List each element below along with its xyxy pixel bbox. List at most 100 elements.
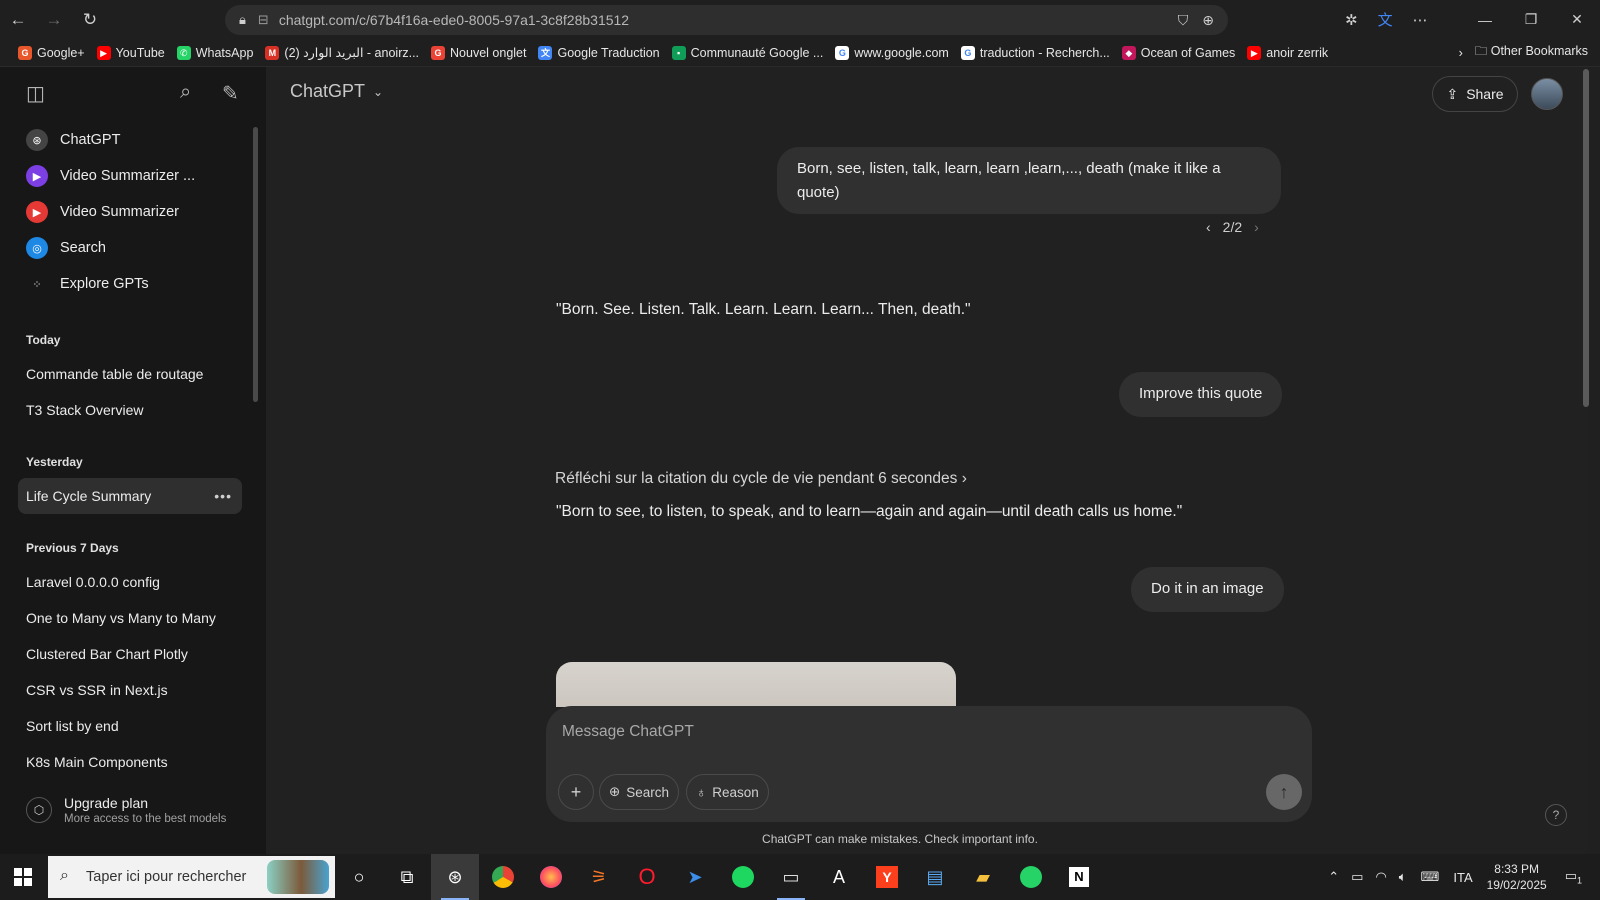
jupyter-icon[interactable]: ⚞ <box>575 854 623 900</box>
sidebar-chat-item[interactable]: Life Cycle Summary ••• <box>18 478 242 514</box>
generated-image[interactable] <box>556 662 956 707</box>
toggle-sidebar-icon[interactable]: ◫ <box>26 81 45 106</box>
address-bar[interactable]: 🔒︎ ⊟ chatgpt.com/c/67b4f16a-ede0-8005-97… <box>225 5 1228 35</box>
cortana-icon[interactable]: ○ <box>335 854 383 900</box>
forward-icon[interactable]: → <box>36 2 72 38</box>
attach-button[interactable]: + <box>558 774 594 810</box>
powerautomate-icon[interactable]: ➤ <box>671 854 719 900</box>
bookmark-item[interactable]: 文 Google Traduction <box>538 45 660 60</box>
reload-icon[interactable]: ↻ <box>72 2 108 38</box>
bookmark-item[interactable]: ◆ Ocean of Games <box>1121 45 1235 60</box>
yandex-icon[interactable]: Y <box>863 854 911 900</box>
other-bookmarks[interactable]: 🗀︎ Other Bookmarks <box>1475 42 1588 63</box>
send-button[interactable]: ↑ <box>1266 774 1302 810</box>
model-name: ChatGPT <box>290 81 366 101</box>
avatar[interactable] <box>1531 78 1563 110</box>
shield-icon[interactable]: ⛉ <box>1178 12 1189 29</box>
pager-count: 2/2 <box>1222 219 1243 235</box>
bookmark-item[interactable]: G Google+ <box>18 45 85 60</box>
more-menu-icon[interactable]: ⋯ <box>1413 11 1428 29</box>
opera-icon[interactable]: O <box>623 854 671 900</box>
firefox-icon[interactable] <box>527 854 575 900</box>
bookmark-item[interactable]: ▶ anoir zerrik <box>1247 45 1328 60</box>
sidebar-chat-item[interactable]: CSR vs SSR in Next.js <box>18 672 242 708</box>
bookmark-item[interactable]: ▶ YouTube <box>96 45 165 60</box>
new-chat-icon[interactable]: ✎ <box>222 81 239 106</box>
file-explorer-icon[interactable]: ▰ <box>959 854 1007 900</box>
keyboard-icon[interactable]: ⌨ <box>1421 869 1440 885</box>
wifi-icon[interactable]: ◠ <box>1375 869 1386 885</box>
upgrade-subtitle: More access to the best models <box>64 813 227 825</box>
user-message: Do it in an image <box>1131 567 1284 612</box>
sidebar-scrollbar[interactable] <box>253 127 258 402</box>
bookmark-favicon-icon: G <box>960 45 975 60</box>
reason-toggle-button[interactable]: ♁ Reason <box>686 774 769 810</box>
sidebar-gpt-item[interactable]: ▶ Video Summarizer ... <box>18 158 242 194</box>
search-icon[interactable]: ⌕ <box>180 81 191 104</box>
bookmark-item[interactable]: ▪ Communauté Google ... <box>671 45 823 60</box>
message-input[interactable] <box>562 720 1262 744</box>
anthropic-icon[interactable]: A <box>815 854 863 900</box>
search-toggle-button[interactable]: ⊕ Search <box>599 774 679 810</box>
sidebar-chat-item[interactable]: One to Many vs Many to Many <box>18 600 242 636</box>
bookmark-item[interactable]: ✆ WhatsApp <box>176 45 253 60</box>
response-pager: ‹ 2/2 › <box>1206 219 1259 235</box>
sidebar-gpt-item[interactable]: ⊛ ChatGPT <box>18 122 242 158</box>
help-icon[interactable]: ? <box>1545 804 1567 826</box>
gpt-icon: ⁘ <box>26 273 48 295</box>
sidebar-gpt-item[interactable]: ▶ Video Summarizer <box>18 194 242 230</box>
bookmark-item[interactable]: G Nouvel onglet <box>431 45 526 60</box>
minimize-icon[interactable]: — <box>1462 12 1508 28</box>
language-indicator[interactable]: ITA <box>1453 870 1472 885</box>
prev-response-icon[interactable]: ‹ <box>1206 219 1211 235</box>
chatgpt-app-icon[interactable]: ⊛ <box>431 854 479 900</box>
sidebar-chat-item[interactable]: K8s Main Components <box>18 744 242 780</box>
notion-icon[interactable]: N <box>1055 854 1103 900</box>
tray-chevron-icon[interactable]: ⌃ <box>1328 869 1339 885</box>
translate-icon[interactable]: 文 <box>1378 9 1393 30</box>
reasoning-toggle[interactable]: Réfléchi sur la citation du cycle de vie… <box>555 470 967 488</box>
volume-icon[interactable]: 🔈︎ <box>1399 869 1407 885</box>
notifications-icon[interactable]: ▭1 <box>1565 868 1582 886</box>
more-options-icon[interactable]: ••• <box>214 478 232 514</box>
bookmark-item[interactable]: Gwww.google.com <box>835 45 949 60</box>
sidebar-chat-item[interactable]: Commande table de routage <box>18 356 242 392</box>
model-selector[interactable]: ChatGPT ⌄ <box>290 81 383 102</box>
whatsapp-icon[interactable] <box>1007 854 1055 900</box>
bookmark-item[interactable]: M البريد الوارد (2) - anoirz... <box>265 45 419 60</box>
bookmark-favicon-icon: ▶ <box>96 45 111 60</box>
back-icon[interactable]: ← <box>0 2 36 38</box>
share-icon: ⇪ <box>1446 85 1459 102</box>
bookmark-favicon-icon: ◆ <box>1121 45 1136 60</box>
spotify-icon[interactable] <box>719 854 767 900</box>
sidebar-chat-item[interactable]: Clustered Bar Chart Plotly <box>18 636 242 672</box>
sidebar-chat-item[interactable]: Laravel 0.0.0.0 config <box>18 564 242 600</box>
chrome-icon[interactable] <box>479 854 527 900</box>
taskbar-search[interactable]: ⌕ Taper ici pour rechercher <box>48 856 335 898</box>
chat-scrollbar[interactable] <box>1583 69 1589 407</box>
terminal-icon[interactable]: ▭ <box>767 854 815 900</box>
url-text[interactable]: chatgpt.com/c/67b4f16a-ede0-8005-97a1-3c… <box>279 12 629 28</box>
sidebar-chat-item[interactable]: Sort list by end <box>18 708 242 744</box>
gpt-icon: ⊛ <box>26 129 48 151</box>
battery-icon[interactable]: ▭ <box>1351 869 1363 885</box>
upgrade-plan-button[interactable]: ⬡ Upgrade plan More access to the best m… <box>18 785 248 835</box>
remote-desktop-icon[interactable]: ▤ <box>911 854 959 900</box>
task-view-icon[interactable]: ⧉ <box>383 854 431 900</box>
windows-start-icon[interactable] <box>0 854 46 900</box>
bookmarks-overflow-icon[interactable]: › <box>1459 46 1463 60</box>
sidebar-gpt-item[interactable]: ⁘ Explore GPTs <box>18 266 242 302</box>
next-response-icon[interactable]: › <box>1254 219 1259 235</box>
clock[interactable]: 8:33 PM 19/02/2025 <box>1487 861 1547 893</box>
site-info-icon[interactable]: ⊟ <box>258 12 269 28</box>
bookmark-item[interactable]: Gtraduction - Recherch... <box>960 45 1110 60</box>
extensions-icon[interactable]: ✲ <box>1345 11 1358 29</box>
share-button[interactable]: ⇪ Share <box>1432 76 1518 112</box>
restore-icon[interactable]: ❐ <box>1508 11 1554 28</box>
bookmark-add-icon[interactable]: ⊕ <box>1202 12 1214 29</box>
sidebar-gpt-item[interactable]: ◎ Search <box>18 230 242 266</box>
close-icon[interactable]: ✕ <box>1554 11 1600 28</box>
bookmark-favicon-icon: G <box>835 45 850 60</box>
sidebar-chat-item[interactable]: T3 Stack Overview <box>18 392 242 428</box>
